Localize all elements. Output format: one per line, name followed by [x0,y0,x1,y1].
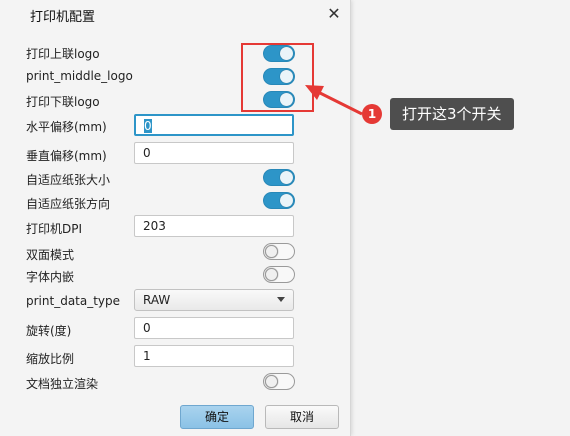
step-number-badge: 1 [362,104,382,124]
instruction-tooltip: 打开这3个开关 [390,98,514,130]
annotation-arrow [305,85,363,116]
